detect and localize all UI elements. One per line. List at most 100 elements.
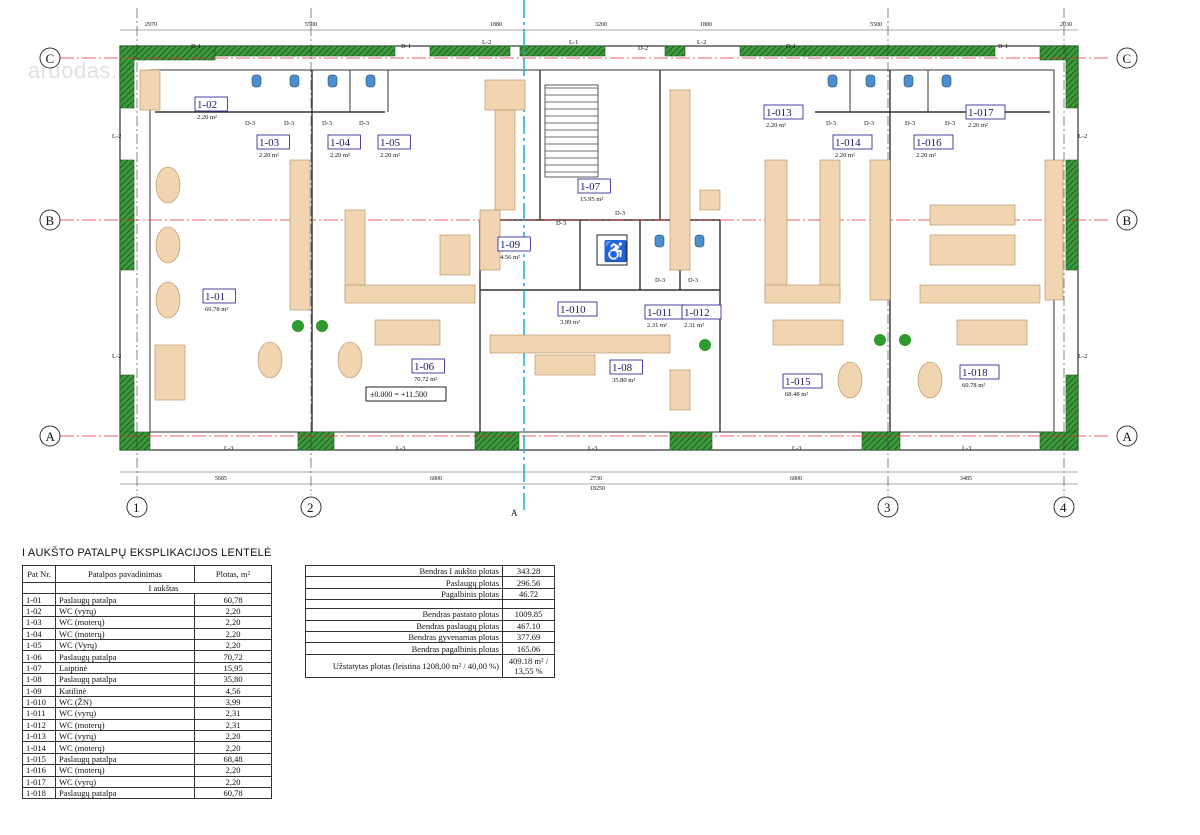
room-area-label: 4.56 m² bbox=[500, 254, 520, 261]
furniture bbox=[699, 189, 721, 211]
dimension-label: 3485 bbox=[960, 476, 972, 482]
table-row: Pagalbinis plotas 46.72 bbox=[305, 587, 555, 601]
furniture bbox=[479, 209, 501, 271]
furniture bbox=[374, 319, 441, 346]
wall-segment bbox=[297, 431, 335, 451]
toilet-icon bbox=[251, 74, 262, 88]
table-row: 1-01 Paslaugų patalpa 60,78 bbox=[22, 593, 272, 606]
wall-segment bbox=[861, 431, 901, 451]
room-area-cell: 60,78 bbox=[194, 787, 272, 800]
room-id-label: 1-06 bbox=[414, 361, 435, 373]
room-area-label: 2.31 m² bbox=[647, 322, 667, 329]
toilet-icon bbox=[865, 74, 876, 88]
furniture bbox=[289, 159, 311, 311]
room-id-label: 1-012 bbox=[684, 307, 710, 319]
furniture bbox=[929, 234, 1016, 266]
table-row: 1-015 Paslaugų patalpa 68,48 bbox=[22, 752, 272, 766]
table-row: 1-013 WC (vyrų) 2,20 bbox=[22, 730, 272, 743]
room-id-label: 1-03 bbox=[259, 137, 280, 149]
room-area-label: 2.31 m² bbox=[684, 322, 704, 329]
window-tag: L-2 bbox=[1078, 133, 1087, 140]
dimension-label: 2030 bbox=[1060, 22, 1072, 28]
header-room-no: Pat Nr. bbox=[22, 565, 56, 583]
table-row: 1-016 WC (moterų) 2,20 bbox=[22, 764, 272, 777]
room-name-cell: Paslaugų patalpa bbox=[55, 787, 195, 800]
room-explication-table: Pat Nr. Patalpos pavadinimas Plotas, m² … bbox=[22, 565, 272, 800]
axis-label-col: 3 bbox=[884, 500, 891, 515]
room-number-cell: 1-011 bbox=[22, 707, 56, 720]
wall-segment bbox=[1065, 159, 1079, 271]
wall-segment bbox=[429, 45, 511, 57]
room-name-cell: WC (moterų) bbox=[55, 741, 195, 754]
room-id-label: 1-08 bbox=[612, 362, 633, 374]
table-row: 1-06 Paslaugų patalpa 70,72 bbox=[22, 650, 272, 663]
table-row: 1-08 Paslaugų patalpa 35,80 bbox=[22, 673, 272, 686]
room-name-cell: Paslaugų patalpa bbox=[55, 593, 195, 606]
door-tag: D-3 bbox=[945, 120, 955, 127]
room-area-cell: 2,20 bbox=[194, 616, 272, 629]
toilet-icon bbox=[827, 74, 838, 88]
room-id-label: 1-018 bbox=[962, 367, 988, 379]
dimension-label: 6800 bbox=[430, 476, 442, 482]
furniture bbox=[956, 319, 1028, 346]
furniture bbox=[1044, 159, 1064, 301]
door-tag: D-3 bbox=[655, 277, 665, 284]
toilet-icon bbox=[365, 74, 376, 88]
room-area-cell: 2,20 bbox=[194, 741, 272, 754]
table-row: 1-012 WC (moterų) 2,31 bbox=[22, 718, 272, 732]
summary-value-cell: 165.06 bbox=[502, 642, 555, 655]
door-tag: D-3 bbox=[245, 120, 255, 127]
summary-value-cell: 409.18 m² / 13,55 % bbox=[502, 653, 555, 678]
wall-segment bbox=[119, 45, 135, 109]
window-tag: L-1 bbox=[569, 39, 578, 46]
table-row: 1-05 WC (Vyrų) 2,20 bbox=[22, 638, 272, 652]
door-tag: D-1 bbox=[786, 43, 796, 50]
table-row: 1-09 Katilinė 4,56 bbox=[22, 684, 272, 697]
door-tag: D-3 bbox=[864, 120, 874, 127]
furniture bbox=[869, 159, 891, 301]
window-tag: L-3 bbox=[792, 445, 801, 452]
table-row: 1-014 WC (moterų) 2,20 bbox=[22, 741, 272, 754]
wall-segment bbox=[119, 159, 135, 271]
table-row: Bendras pagalbinis plotas 165.06 bbox=[305, 642, 555, 655]
axis-label-col: 2 bbox=[307, 500, 314, 515]
furniture bbox=[669, 369, 691, 411]
window-tag: L-2 bbox=[112, 133, 121, 140]
summary-label-cell: Bendras I aukšto plotas bbox=[305, 564, 503, 578]
room-name-cell: WC (moterų) bbox=[55, 616, 195, 629]
window-tag: L-2 bbox=[112, 353, 121, 360]
area-summary-table: Bendras I aukšto plotas 343.28 Paslaugų pl… bbox=[305, 564, 555, 678]
room-id-label: 1-013 bbox=[766, 107, 792, 119]
toilet-icon bbox=[289, 74, 300, 88]
room-area-label: 2.20 m² bbox=[766, 122, 786, 129]
dimension-label: 5500 bbox=[870, 22, 882, 28]
summary-value-cell: 296.56 bbox=[502, 576, 555, 589]
furniture bbox=[919, 284, 1041, 304]
room-id-label: 1-010 bbox=[560, 304, 586, 316]
table-row: 1-02 WC (vyrų) 2,20 bbox=[22, 604, 272, 618]
room-number-cell: 1-017 bbox=[22, 775, 56, 789]
wall-segment bbox=[1065, 45, 1079, 109]
room-area-label: 3.99 m² bbox=[560, 319, 580, 326]
table-row: Bendras paslaugų plotas 467.10 bbox=[305, 619, 555, 632]
furniture bbox=[669, 89, 691, 271]
toilet-icon bbox=[941, 74, 952, 88]
section-mark: A bbox=[511, 508, 518, 518]
room-id-label: 1-017 bbox=[968, 107, 994, 119]
room-number-cell: 1-05 bbox=[22, 638, 56, 652]
furniture bbox=[819, 159, 841, 301]
room-name-cell: WC (vyrų) bbox=[55, 604, 195, 618]
room-name-cell: Paslaugų patalpa bbox=[55, 673, 195, 686]
room-name-cell: WC (vyrų) bbox=[55, 707, 195, 720]
accessibility-icon: ♿ bbox=[603, 239, 628, 263]
room-number-cell: 1-01 bbox=[22, 593, 56, 606]
toilet-icon bbox=[694, 234, 705, 248]
axis-label-row: C bbox=[46, 51, 55, 66]
room-number-cell: 1-07 bbox=[22, 661, 56, 675]
room-area-label: 2.20 m² bbox=[968, 122, 988, 129]
room-area-label: 70.72 m² bbox=[414, 376, 437, 383]
furniture bbox=[494, 109, 516, 211]
door-tag: D-3 bbox=[322, 120, 332, 127]
room-name-cell: WC (moterų) bbox=[55, 627, 195, 640]
table-row: 1-017 WC (vyrų) 2,20 bbox=[22, 775, 272, 789]
